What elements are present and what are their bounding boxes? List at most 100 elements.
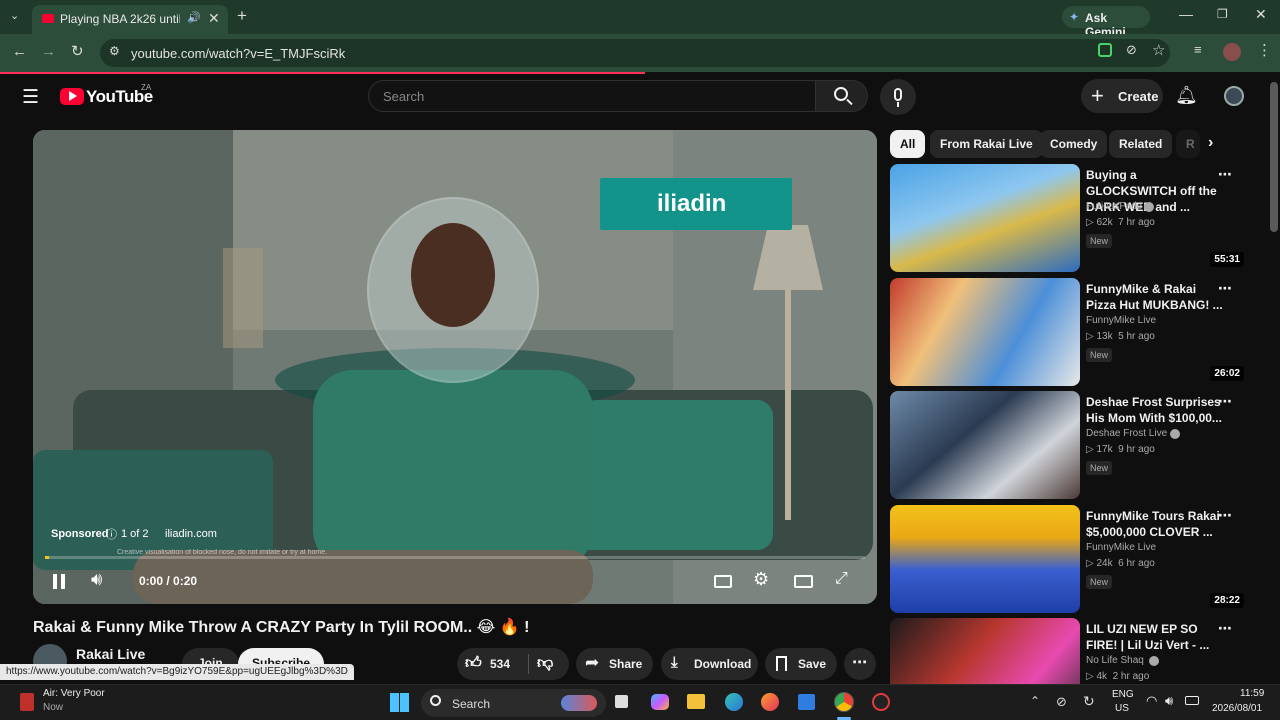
gemini-icon: ✦ xyxy=(1069,10,1080,24)
roblox-icon[interactable] xyxy=(872,693,890,711)
video-thumbnail[interactable] xyxy=(890,618,1080,684)
subtitles-icon[interactable] xyxy=(714,575,732,588)
task-view-icon[interactable] xyxy=(615,695,628,708)
video-menu-icon[interactable]: ⋯ xyxy=(1218,166,1232,183)
weather-title[interactable]: Air: Very Poor xyxy=(43,688,105,699)
seek-bar[interactable] xyxy=(45,556,865,559)
browser-menu-icon[interactable]: ⋮ xyxy=(1257,41,1272,59)
ask-gemini-button[interactable]: ✦ Ask Gemini xyxy=(1062,6,1150,39)
video-title[interactable]: FunnyMike & Rakai Pizza Hut MUKBANG! ... xyxy=(1086,281,1226,313)
video-channel[interactable]: FunnyMike Live xyxy=(1086,542,1156,553)
related-video[interactable]: 28:22 FunnyMike Tours Rakai $5,000,000 C… xyxy=(890,505,1250,613)
address-url[interactable]: youtube.com/watch?v=E_TMJFsciRk xyxy=(131,46,345,61)
chip-comedy[interactable]: Comedy xyxy=(1040,130,1108,158)
video-title[interactable]: FunnyMike Tours Rakai $5,000,000 CLOVER … xyxy=(1086,508,1226,540)
page-scrollbar[interactable] xyxy=(1270,82,1278,232)
reload-icon[interactable]: ↻ xyxy=(71,42,84,60)
edge-icon[interactable] xyxy=(725,693,743,711)
weather-icon[interactable] xyxy=(20,693,34,711)
wifi-icon[interactable]: ◠ xyxy=(1146,693,1157,709)
profile-avatar[interactable] xyxy=(1223,43,1241,61)
new-tab-icon[interactable]: + xyxy=(237,6,247,26)
video-menu-icon[interactable]: ⋯ xyxy=(1218,620,1232,637)
related-video[interactable]: 26:02 FunnyMike & Rakai Pizza Hut MUKBAN… xyxy=(890,278,1250,386)
download-button[interactable]: ⤓ Download xyxy=(661,648,758,680)
search-button[interactable] xyxy=(816,80,868,112)
video-channel[interactable]: FuriousFade xyxy=(1086,201,1142,212)
language-label[interactable]: ENG xyxy=(1112,689,1134,700)
tab-list-chevron-icon[interactable]: ⌄ xyxy=(10,9,19,22)
forward-icon[interactable]: → xyxy=(41,43,56,60)
chip-partial[interactable]: R xyxy=(1176,130,1200,158)
video-thumbnail[interactable] xyxy=(890,278,1080,386)
tray-chevron-icon[interactable]: ⌃ xyxy=(1030,694,1040,708)
notifications-bell-icon[interactable]: 🔔︎ xyxy=(1175,85,1198,106)
related-video[interactable]: LIL UZI NEW EP SO FIRE! | Lil Uzi Vert -… xyxy=(890,618,1250,684)
video-channel[interactable]: Deshae Frost Live xyxy=(1086,428,1167,439)
video-thumbnail[interactable] xyxy=(890,505,1080,613)
taskbar-search-box[interactable]: Search xyxy=(421,689,606,717)
video-menu-icon[interactable]: ⋯ xyxy=(1218,507,1232,524)
battery-icon[interactable] xyxy=(1185,696,1199,705)
hamburger-menu-icon[interactable]: ☰ xyxy=(22,86,39,109)
volume-icon[interactable]: 🔊︎ xyxy=(91,569,102,590)
browser-toolbar: ← → ↻ ⚙ youtube.com/watch?v=E_TMJFsciRk … xyxy=(0,34,1280,72)
tray-sync-icon[interactable]: ↻ xyxy=(1083,693,1095,710)
related-video[interactable]: 55:31 Buying a GLOCKSWITCH off the DARK … xyxy=(890,164,1250,272)
search-box[interactable]: Search xyxy=(368,80,816,112)
chip-related[interactable]: Related xyxy=(1109,130,1173,158)
back-icon[interactable]: ← xyxy=(12,43,27,60)
ad-info-icon[interactable]: ⓘ xyxy=(106,526,117,542)
pause-icon[interactable] xyxy=(53,574,57,589)
account-avatar[interactable] xyxy=(1224,86,1244,106)
store-icon[interactable] xyxy=(798,694,815,710)
window-close-icon[interactable]: ✕ xyxy=(1255,6,1267,23)
chip-all[interactable]: All xyxy=(890,130,926,158)
install-app-icon[interactable] xyxy=(1098,43,1112,57)
copilot-icon[interactable] xyxy=(651,694,669,710)
video-channel[interactable]: FunnyMike Live xyxy=(1086,315,1156,326)
start-windows-icon[interactable] xyxy=(390,693,409,712)
search-input[interactable]: Search xyxy=(383,89,424,104)
video-thumbnail[interactable] xyxy=(890,164,1080,272)
settings-gear-icon[interactable]: ⚙ xyxy=(753,569,769,590)
browser-tab[interactable]: Playing NBA 2k26 until i rage 🔊 ✕ xyxy=(32,5,228,34)
chrome-icon-active[interactable] xyxy=(834,692,854,712)
video-thumbnail[interactable] xyxy=(890,391,1080,499)
file-explorer-icon[interactable] xyxy=(687,694,705,709)
related-video[interactable]: Deshae Frost Surprises His Mom With $100… xyxy=(890,391,1250,499)
minimize-icon[interactable]: — xyxy=(1179,6,1193,22)
dislike-button[interactable]: 👎︎ xyxy=(537,654,553,673)
video-title[interactable]: LIL UZI NEW EP SO FIRE! | Lil Uzi Vert -… xyxy=(1086,621,1226,653)
media-controls-icon[interactable]: ≡ xyxy=(1194,42,1202,57)
video-title[interactable]: Deshae Frost Surprises His Mom With $100… xyxy=(1086,394,1226,426)
share-button[interactable]: ➦ Share xyxy=(576,648,653,680)
voice-search-button[interactable] xyxy=(880,79,916,115)
more-icon: ⋯ xyxy=(852,654,867,671)
tracking-blocked-icon[interactable]: ⊘ xyxy=(1126,42,1137,58)
video-menu-icon[interactable]: ⋯ xyxy=(1218,280,1232,297)
theater-mode-icon[interactable] xyxy=(794,575,813,588)
channel-name[interactable]: Rakai Live xyxy=(76,646,145,662)
chips-next-icon[interactable]: › xyxy=(1208,134,1213,152)
volume-tray-icon[interactable]: 🔊︎ xyxy=(1165,693,1173,709)
bookmark-star-icon[interactable]: ☆ xyxy=(1152,41,1165,59)
video-player[interactable]: iliadin Sponsored ⓘ 1 of 2 iliadin.com C… xyxy=(33,130,877,604)
clock-time[interactable]: 11:59 xyxy=(1240,688,1264,699)
more-actions-button[interactable]: ⋯ xyxy=(844,648,876,680)
site-info-icon[interactable]: ⚙ xyxy=(109,44,120,58)
create-button[interactable]: + Create xyxy=(1081,79,1163,113)
tray-app-icon[interactable]: ⊘ xyxy=(1056,694,1067,710)
fullscreen-icon[interactable]: ⤢ xyxy=(835,570,848,588)
firefox-icon[interactable] xyxy=(761,693,779,711)
maximize-icon[interactable]: ❐ xyxy=(1217,7,1228,21)
save-button[interactable]: Save xyxy=(765,648,837,680)
audio-playing-icon[interactable]: 🔊 xyxy=(187,11,201,24)
tab-close-icon[interactable]: ✕ xyxy=(208,10,220,27)
video-menu-icon[interactable]: ⋯ xyxy=(1218,393,1232,410)
ad-domain-link[interactable]: iliadin.com xyxy=(165,528,217,540)
video-channel[interactable]: No Life Shaq xyxy=(1086,655,1144,666)
clock-date[interactable]: 2026/08/01 xyxy=(1212,703,1262,714)
chip-from-rakai-live[interactable]: From Rakai Live xyxy=(930,130,1043,158)
like-button[interactable]: 👍︎ xyxy=(465,654,482,673)
